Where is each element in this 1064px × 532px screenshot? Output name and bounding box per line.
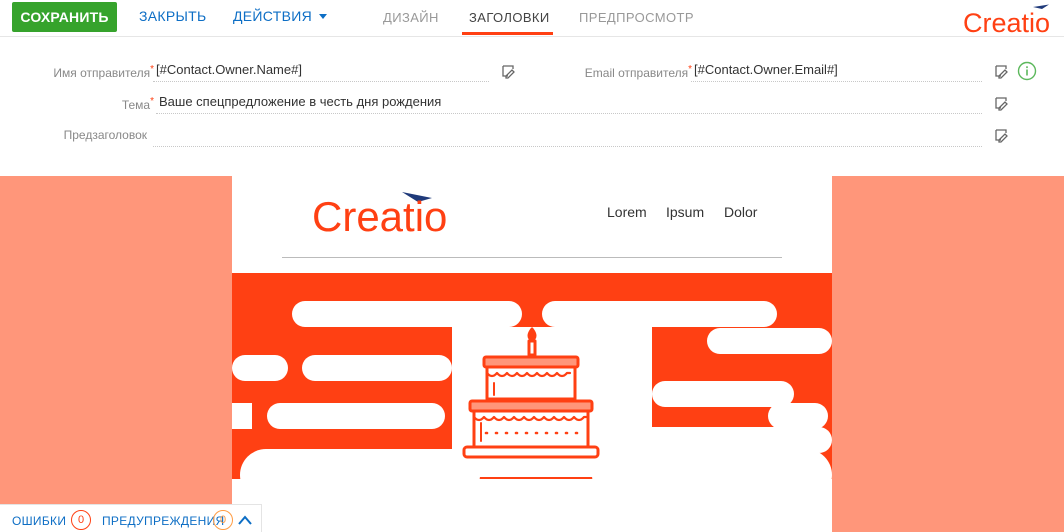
sender-name-field[interactable]: [#Contact.Owner.Name#] — [153, 60, 489, 82]
errors-link[interactable]: ОШИБКИ — [12, 514, 66, 528]
sender-name-label-text: Имя отправителя — [53, 66, 151, 80]
preheader-field[interactable] — [153, 125, 982, 147]
info-icon[interactable] — [1017, 61, 1037, 81]
subject-label: Тема* — [122, 96, 154, 112]
actions-button[interactable]: ДЕЙСТВИЯ — [233, 8, 327, 24]
save-button[interactable]: СОХРАНИТЬ — [12, 2, 117, 32]
macro-icon[interactable] — [500, 63, 516, 79]
birthday-hero-banner — [232, 273, 832, 532]
email-template: Creatio Lorem Ipsum Dolor — [232, 176, 832, 532]
subject-field[interactable]: Ваше спецпредложение в честь дня рождени… — [156, 92, 982, 114]
tab-design[interactable]: ДИЗАЙН — [383, 10, 439, 25]
tab-preview[interactable]: ПРЕДПРОСМОТР — [579, 10, 694, 25]
tab-headers[interactable]: ЗАГОЛОВКИ — [469, 10, 550, 25]
macro-icon[interactable] — [993, 63, 1009, 79]
creatio-logo: Creatio — [963, 4, 1050, 35]
svg-text:Creatio: Creatio — [312, 193, 447, 238]
macro-icon[interactable] — [993, 127, 1009, 143]
subject-label-text: Тема — [121, 98, 151, 112]
required-mark: * — [150, 96, 154, 107]
actions-label: ДЕЙСТВИЯ — [233, 8, 312, 24]
sender-email-label-text: Email отправителя — [584, 66, 689, 80]
top-toolbar: СОХРАНИТЬ ЗАКРЫТЬ ДЕЙСТВИЯ ДИЗАЙН ЗАГОЛО… — [0, 0, 1064, 37]
macro-icon[interactable] — [993, 95, 1009, 111]
sender-email-field[interactable]: [#Contact.Owner.Email#] — [691, 60, 982, 82]
svg-text:Creatio: Creatio — [963, 8, 1050, 35]
close-button[interactable]: ЗАКРЫТЬ — [139, 8, 207, 24]
email-nav-link[interactable]: Dolor — [724, 204, 757, 220]
email-preview-canvas: Creatio Lorem Ipsum Dolor — [0, 176, 1064, 532]
email-logo: Creatio — [312, 192, 447, 238]
warnings-count-badge: 0 — [213, 510, 233, 530]
email-divider — [282, 257, 782, 258]
sender-name-label: Имя отправителя* — [53, 64, 154, 80]
email-nav-link[interactable]: Lorem — [607, 204, 647, 220]
caret-down-icon — [319, 13, 327, 19]
warnings-link[interactable]: ПРЕДУПРЕЖДЕНИЯ — [102, 514, 225, 528]
active-tab-indicator — [462, 32, 553, 35]
sender-email-label: Email отправителя* — [585, 64, 692, 80]
chevron-up-icon[interactable] — [237, 513, 253, 527]
validation-status-bar: ОШИБКИ 0 ПРЕДУПРЕЖДЕНИЯ 0 — [0, 504, 262, 532]
errors-count-badge: 0 — [71, 510, 91, 530]
email-nav-link[interactable]: Ipsum — [666, 204, 704, 220]
preheader-label: Предзаголовок — [63, 128, 147, 142]
